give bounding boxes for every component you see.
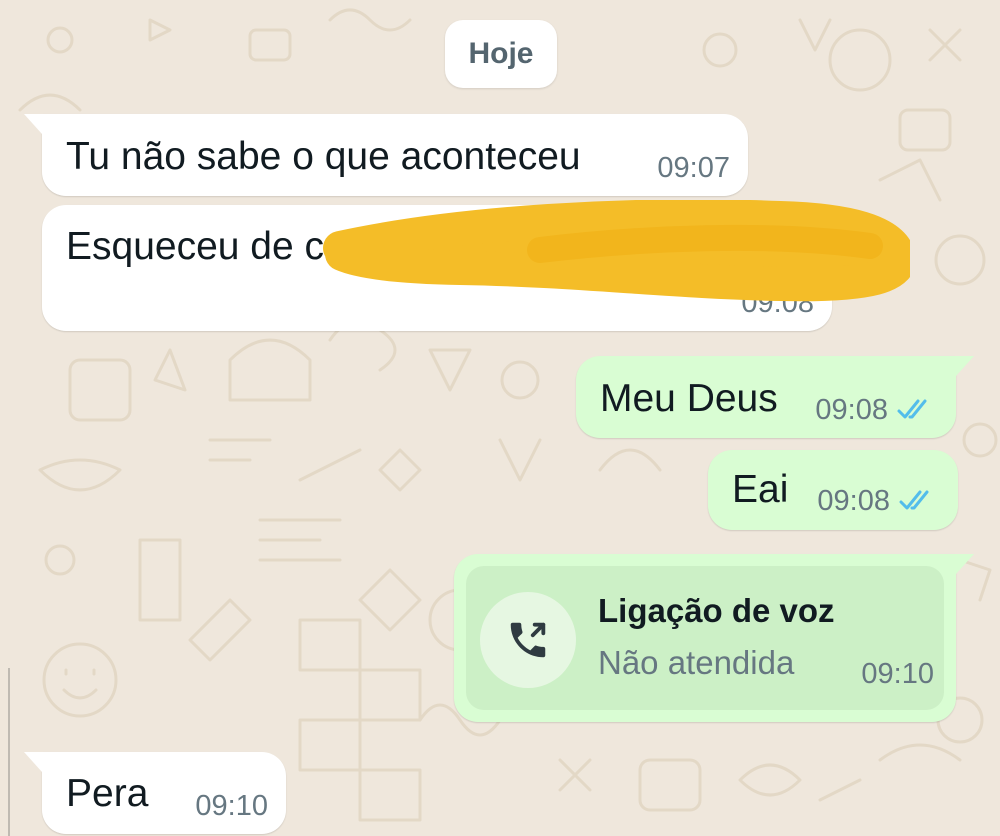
message-time: 09:10 xyxy=(861,658,934,690)
date-separator-label: Hoje xyxy=(468,37,534,70)
incoming-message[interactable]: Tu não sabe o que aconteceu 09:07 xyxy=(24,114,748,196)
incoming-message[interactable]: Pera 09:10 xyxy=(24,752,286,834)
message-text: Eai xyxy=(732,468,789,511)
outgoing-message[interactable]: Meu Deus 09:08 xyxy=(576,356,974,438)
missed-call-message[interactable]: Ligação de voz Não atendida 09:10 xyxy=(454,554,974,722)
phone-call-icon xyxy=(510,622,546,658)
call-status: Não atendida xyxy=(598,644,795,681)
message-text: Meu Deus xyxy=(600,377,778,420)
call-card[interactable]: Ligação de voz Não atendida 09:10 xyxy=(466,566,944,710)
message-time: 09:08 xyxy=(815,394,888,426)
message-text: Esqueceu de c xyxy=(66,225,325,268)
message-time: 09:10 xyxy=(195,790,268,822)
redaction-scribble xyxy=(323,200,910,302)
message-time: 09:08 xyxy=(817,485,890,517)
message-text: Tu não sabe o que aconteceu xyxy=(66,135,581,178)
date-separator: Hoje xyxy=(445,20,557,88)
chat-area[interactable]: Hoje Tu não sabe o que aconteceu 09:07 E… xyxy=(0,0,1000,836)
call-icon-badge xyxy=(480,592,576,688)
message-time: 09:07 xyxy=(657,152,730,184)
read-receipt-icon xyxy=(897,399,927,419)
window-edge xyxy=(0,668,10,836)
message-text: Pera xyxy=(66,772,149,815)
call-title: Ligação de voz xyxy=(598,592,835,629)
outgoing-message[interactable]: Eai 09:08 xyxy=(708,450,958,530)
read-receipt-icon xyxy=(899,490,929,510)
